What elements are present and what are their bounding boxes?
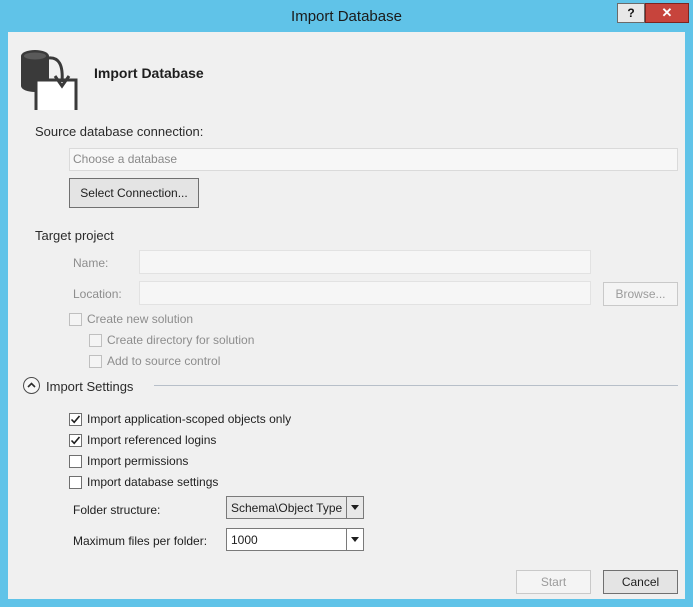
name-input[interactable]	[139, 250, 591, 274]
start-button[interactable]: Start	[516, 570, 591, 594]
close-button[interactable]: ✕	[645, 3, 689, 23]
folder-structure-label: Folder structure:	[73, 503, 161, 517]
browse-button[interactable]: Browse...	[603, 282, 678, 306]
database-settings-checkbox[interactable]	[69, 476, 82, 489]
target-project-label: Target project	[35, 228, 114, 243]
chevron-down-icon[interactable]	[346, 529, 363, 550]
database-settings-label: Import database settings	[87, 475, 219, 489]
collapse-icon[interactable]	[23, 377, 40, 394]
location-input[interactable]	[139, 281, 591, 305]
folder-structure-dropdown[interactable]: Schema\Object Type	[226, 496, 364, 519]
window-title: Import Database	[291, 8, 402, 25]
chevron-down-icon[interactable]	[346, 497, 363, 518]
dialog-body: Import Database Source database connecti…	[8, 32, 685, 599]
help-button[interactable]: ?	[617, 3, 645, 23]
app-scoped-only-label: Import application-scoped objects only	[87, 412, 292, 426]
referenced-logins-checkbox[interactable]	[69, 434, 82, 447]
name-label: Name:	[73, 256, 109, 270]
add-source-control-label: Add to source control	[107, 354, 221, 368]
permissions-label: Import permissions	[87, 454, 189, 468]
database-input-placeholder: Choose a database	[73, 152, 178, 166]
folder-structure-value: Schema\Object Type	[231, 501, 343, 515]
header-title: Import Database	[94, 65, 204, 81]
location-label: Location:	[73, 287, 122, 301]
select-connection-button[interactable]: Select Connection...	[69, 178, 199, 208]
database-input[interactable]: Choose a database	[69, 148, 678, 171]
create-new-solution-label: Create new solution	[87, 312, 194, 326]
title-bar: Import Database ? ✕	[0, 0, 693, 32]
create-new-solution-checkbox[interactable]	[69, 313, 82, 326]
import-database-window: Import Database ? ✕ Import Database Sour…	[0, 0, 693, 607]
import-settings-label[interactable]: Import Settings	[46, 379, 133, 394]
import-settings-divider	[154, 385, 678, 386]
database-import-icon	[18, 42, 78, 114]
source-connection-label: Source database connection:	[35, 124, 204, 139]
create-directory-checkbox[interactable]	[89, 334, 102, 347]
app-scoped-only-checkbox[interactable]	[69, 413, 82, 426]
add-source-control-checkbox[interactable]	[89, 355, 102, 368]
permissions-checkbox[interactable]	[69, 455, 82, 468]
max-files-label: Maximum files per folder:	[73, 534, 208, 548]
max-files-value: 1000	[231, 533, 258, 547]
create-directory-label: Create directory for solution	[107, 333, 255, 347]
cancel-button[interactable]: Cancel	[603, 570, 678, 594]
max-files-combo[interactable]: 1000	[226, 528, 364, 551]
referenced-logins-label: Import referenced logins	[87, 433, 217, 447]
